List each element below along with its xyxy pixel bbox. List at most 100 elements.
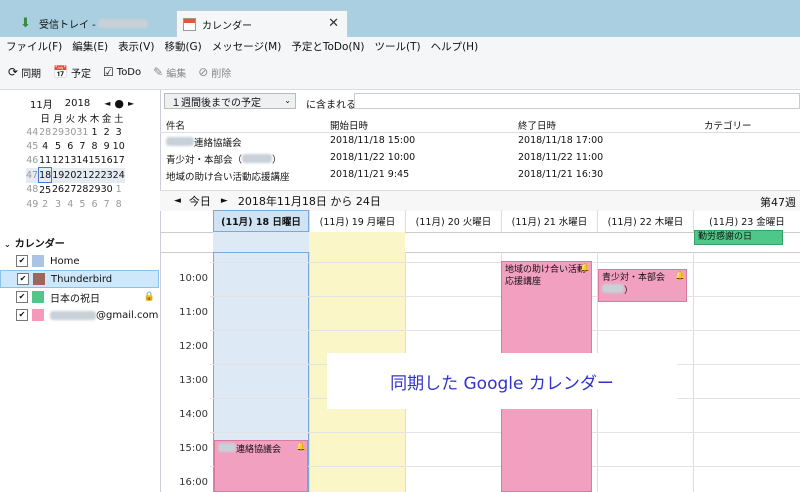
calendar-item-japan-holidays[interactable]: ✔ 日本の祝日 🔒 xyxy=(0,288,159,306)
menu-edit[interactable]: 編集(E) xyxy=(72,39,108,54)
mini-calendar-day[interactable]: 4 xyxy=(39,139,52,153)
mini-calendar-day[interactable]: 27 xyxy=(64,183,76,198)
mini-calendar-day[interactable]: 28 xyxy=(39,125,52,139)
mini-calendar-day[interactable]: 30 xyxy=(64,125,76,139)
prev-week-button[interactable]: ◄ xyxy=(174,196,181,206)
menu-help[interactable]: ヘルプ(H) xyxy=(431,39,479,54)
mini-calendar-day-selected[interactable]: 18 xyxy=(38,167,53,183)
delete-button[interactable]: ⊘ 削除 xyxy=(198,65,231,80)
mini-calendar-day[interactable]: 23 xyxy=(100,167,113,183)
mini-calendar-day[interactable]: 2 xyxy=(39,197,52,211)
column-category[interactable]: カテゴリー xyxy=(704,118,752,132)
search-input[interactable] xyxy=(354,93,800,109)
sync-label: 同期 xyxy=(21,68,42,80)
mini-calendar-day[interactable]: 3 xyxy=(113,125,125,139)
mini-calendar-day[interactable]: 1 xyxy=(113,183,125,198)
calendar-item-home[interactable]: ✔ Home xyxy=(0,252,159,270)
all-day-event[interactable]: 勤労感謝の日 xyxy=(694,230,783,245)
calendar-list-header[interactable]: ⌄ カレンダー xyxy=(4,235,65,250)
day-header[interactable]: (11月) 22 木曜日 xyxy=(597,210,693,232)
menu-tools[interactable]: ツール(T) xyxy=(374,39,420,54)
menu-file[interactable]: ファイル(F) xyxy=(6,39,62,54)
color-swatch xyxy=(32,255,44,267)
mini-calendar-day[interactable]: 22 xyxy=(88,167,101,183)
checkbox[interactable]: ✔ xyxy=(16,291,28,303)
close-icon[interactable]: ✕ xyxy=(328,16,339,31)
mini-calendar-year[interactable]: 2018 xyxy=(65,98,90,109)
tab-calendar[interactable]: カレンダー ✕ xyxy=(176,10,348,37)
mini-calendar-day[interactable]: 1 xyxy=(88,125,100,139)
day-header[interactable]: (11月) 18 日曜日 xyxy=(213,210,309,232)
mini-calendar-day[interactable]: 14 xyxy=(76,153,88,168)
mini-calendar-day[interactable]: 8 xyxy=(113,197,125,211)
checkbox[interactable]: ✔ xyxy=(16,255,28,267)
mini-calendar-day[interactable]: 13 xyxy=(64,153,76,168)
mini-calendar-day-today[interactable]: 19 xyxy=(51,167,65,183)
mini-calendar-day[interactable]: 12 xyxy=(52,153,65,168)
calendar-item-gmail[interactable]: ✔ @gmail.com xyxy=(0,306,159,324)
new-event-button[interactable]: 📅 予定 xyxy=(53,65,91,80)
mini-calendar-day[interactable]: 7 xyxy=(76,139,88,153)
calendar-item-thunderbird[interactable]: ✔ Thunderbird xyxy=(0,270,159,288)
column-start[interactable]: 開始日時 xyxy=(330,118,368,132)
calendar-event[interactable]: 青少対・本部会 ） 🔔 xyxy=(598,269,687,302)
mini-calendar-day[interactable]: 16 xyxy=(101,153,113,168)
mini-calendar-day[interactable]: 30 xyxy=(101,183,113,198)
day-header[interactable]: (11月) 23 金曜日 xyxy=(693,210,800,232)
mini-calendar-day[interactable]: 28 xyxy=(76,183,88,198)
all-day-cell-selected[interactable] xyxy=(213,232,309,252)
table-row[interactable]: 青少対・本部会（） 2018/11/22 10:00 2018/11/22 11… xyxy=(160,150,800,167)
today-circle-icon[interactable]: ● xyxy=(114,97,124,110)
column-title[interactable]: 件名 xyxy=(166,118,185,132)
calendar-event[interactable]: 連絡協議会 🔔 xyxy=(214,440,308,492)
prev-month-icon[interactable]: ◄ xyxy=(104,99,110,108)
menu-go[interactable]: 移動(G) xyxy=(164,39,201,54)
menu-events-tasks[interactable]: 予定とToDo(N) xyxy=(291,39,364,54)
new-todo-button[interactable]: ☑ ToDo xyxy=(103,65,141,79)
mini-calendar-day[interactable]: 25 xyxy=(39,183,52,198)
mini-calendar-day[interactable]: 20 xyxy=(64,167,77,183)
table-row[interactable]: 地域の助け合い活動応援講座 2018/11/21 9:45 2018/11/21… xyxy=(160,167,800,184)
day-column[interactable] xyxy=(693,252,800,492)
calendar-tab-icon xyxy=(183,17,196,31)
all-day-cell-today[interactable] xyxy=(309,232,405,252)
mini-calendar-day[interactable]: 29 xyxy=(52,125,65,139)
mini-calendar-day[interactable]: 6 xyxy=(88,197,100,211)
mini-calendar-day[interactable]: 9 xyxy=(101,139,113,153)
sync-button[interactable]: ⟳ 同期 xyxy=(8,65,41,80)
checkbox[interactable]: ✔ xyxy=(17,273,29,285)
event-filter-select[interactable]: １週間後までの予定 ⌄ xyxy=(164,93,296,109)
mini-calendar-day[interactable]: 2 xyxy=(101,125,113,139)
mini-calendar-day[interactable]: 5 xyxy=(76,197,88,211)
mini-calendar-day[interactable]: 24 xyxy=(112,167,125,183)
mini-calendar-day[interactable]: 4 xyxy=(64,197,76,211)
day-header[interactable]: (11月) 19 月曜日 xyxy=(309,210,405,232)
mini-calendar-day[interactable]: 7 xyxy=(101,197,113,211)
mini-calendar-day[interactable]: 10 xyxy=(113,139,125,153)
menu-message[interactable]: メッセージ(M) xyxy=(212,39,282,54)
mini-calendar-day[interactable]: 6 xyxy=(64,139,76,153)
menu-view[interactable]: 表示(V) xyxy=(118,39,154,54)
chevron-down-icon[interactable]: ⌄ xyxy=(4,240,11,249)
mini-calendar-day[interactable]: 21 xyxy=(76,167,89,183)
mini-calendar-day[interactable]: 31 xyxy=(76,125,88,139)
mini-calendar-day[interactable]: 17 xyxy=(113,153,125,168)
mini-calendar-day[interactable]: 29 xyxy=(88,183,100,198)
mini-calendar-day[interactable]: 11 xyxy=(39,153,52,168)
day-header[interactable]: (11月) 21 水曜日 xyxy=(501,210,597,232)
mini-calendar-day[interactable]: 15 xyxy=(88,153,100,168)
edit-button[interactable]: ✎ 編集 xyxy=(153,65,186,80)
mini-calendar-month[interactable]: 11月 xyxy=(30,96,53,111)
mini-calendar-day[interactable]: 5 xyxy=(52,139,65,153)
today-button[interactable]: 今日 xyxy=(189,193,211,209)
next-week-button[interactable]: ► xyxy=(221,196,228,206)
mini-calendar-day[interactable]: 26 xyxy=(52,183,65,198)
mini-calendar-day[interactable]: 8 xyxy=(88,139,100,153)
day-header[interactable]: (11月) 20 火曜日 xyxy=(405,210,501,232)
table-row[interactable]: 連絡協議会 2018/11/18 15:00 2018/11/18 17:00 xyxy=(160,133,800,150)
tab-inbox[interactable]: ⬇ 受信トレイ - xyxy=(14,10,174,37)
mini-calendar-day[interactable]: 3 xyxy=(52,197,65,211)
column-end[interactable]: 終了日時 xyxy=(518,118,556,132)
next-month-icon[interactable]: ► xyxy=(128,99,134,108)
checkbox[interactable]: ✔ xyxy=(16,309,28,321)
